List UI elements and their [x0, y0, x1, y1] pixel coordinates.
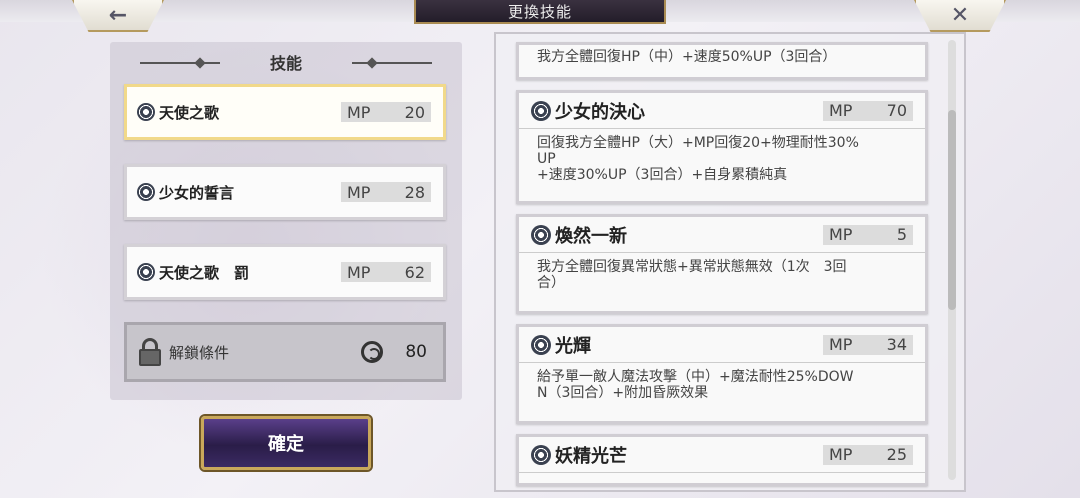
- mp-value: 62: [404, 262, 425, 282]
- unlock-condition-label: 解鎖條件: [169, 343, 230, 362]
- skill-slot-3[interactable]: 天使之歌 罰 MP 62: [124, 244, 446, 300]
- mp-badge: MP 70: [823, 100, 913, 121]
- skill-description: 我方全體回復HP（中）+速度50%UP（3回合）: [537, 49, 837, 65]
- unlock-condition-value: 80: [405, 342, 427, 362]
- equipped-skills-panel: 技能 天使之歌 MP 20 少女的誓言 MP 28 天使之歌 罰 MP 62 解…: [110, 42, 462, 400]
- mp-badge: MP 28: [341, 182, 431, 202]
- skill-card-1[interactable]: 少女的決心 MP 70 回復我方全體HP（大）+MP回復20+物理耐性30% U…: [516, 90, 928, 204]
- header-ornament-right: [352, 62, 432, 64]
- desc-line: 回復我方全體HP（大）+MP回復20+物理耐性30%: [537, 135, 859, 151]
- mp-label: MP: [347, 262, 371, 282]
- skill-card-header: 妖精光芒 MP 25: [519, 437, 925, 473]
- mp-label: MP: [347, 182, 371, 202]
- skill-card-2[interactable]: 煥然一新 MP 5 我方全體回復異常狀態+異常狀態無效（1次 3回 合）: [516, 214, 928, 314]
- locked-skill-slot: 解鎖條件 80: [124, 322, 446, 382]
- skill-gear-icon: [137, 103, 155, 121]
- header-ornament-left: [140, 62, 220, 64]
- skill-name: 天使之歌: [159, 103, 220, 122]
- desc-line: UP: [537, 151, 556, 167]
- close-button[interactable]: ✕: [914, 0, 1006, 32]
- skill-name: 光輝: [555, 335, 591, 357]
- skill-card-header: 少女的決心 MP 70: [519, 93, 925, 129]
- skill-card-3[interactable]: 光輝 MP 34 給予單一敵人魔法攻擊（中）+魔法耐性25%DOW N（3回合）…: [516, 324, 928, 424]
- mp-value: 20: [404, 102, 425, 122]
- skill-name: 少女的決心: [555, 101, 645, 123]
- skill-gear-icon: [531, 100, 551, 121]
- confirm-button[interactable]: 確定: [201, 416, 371, 470]
- mp-label: MP: [829, 445, 853, 464]
- skill-gear-icon: [531, 444, 551, 465]
- panel-title: 技能: [269, 54, 302, 73]
- desc-line: 我方全體回復異常狀態+異常狀態無效（1次 3回: [537, 259, 847, 275]
- desc-line: +速度30%UP（3回合）+自身累積純真: [537, 167, 788, 183]
- mp-value: 25: [886, 445, 907, 464]
- skill-description: 給予單一敵人魔法攻擊（中）+魔法耐性25%DOW N（3回合）+附加昏厥效果: [519, 363, 925, 407]
- skill-gear-icon: [137, 263, 155, 281]
- skill-name: 少女的誓言: [159, 183, 235, 202]
- mp-label: MP: [829, 225, 853, 244]
- mp-label: MP: [829, 335, 853, 354]
- skill-card-header: 光輝 MP 34: [519, 327, 925, 363]
- scroll-thumb[interactable]: [948, 110, 956, 310]
- skill-gear-icon: [137, 183, 155, 201]
- mp-value: 70: [886, 101, 907, 120]
- mp-badge: MP 5: [823, 224, 913, 245]
- mp-badge: MP 62: [341, 262, 431, 282]
- skill-name: 妖精光芒: [555, 445, 627, 467]
- skill-description: 我方全體回復異常狀態+異常狀態無效（1次 3回 合）: [519, 253, 925, 297]
- back-arrow-icon: ←: [108, 2, 128, 28]
- skill-card-header: 煥然一新 MP 5: [519, 217, 925, 253]
- skill-description: 回復我方全體HP（大）+MP回復20+物理耐性30% UP +速度30%UP（3…: [519, 129, 925, 189]
- spiral-icon: [361, 341, 383, 363]
- skill-card-4[interactable]: 妖精光芒 MP 25: [516, 434, 928, 486]
- panel-header: 技能: [110, 50, 462, 74]
- desc-line: 給予單一敵人魔法攻擊（中）+魔法耐性25%DOW: [537, 369, 854, 385]
- skill-gear-icon: [531, 224, 551, 245]
- scrollbar[interactable]: [948, 40, 956, 480]
- skill-slot-2[interactable]: 少女的誓言 MP 28: [124, 164, 446, 220]
- desc-line: 合）: [537, 275, 565, 291]
- mp-label: MP: [829, 101, 853, 120]
- mp-badge: MP 34: [823, 334, 913, 355]
- skill-slot-1[interactable]: 天使之歌 MP 20: [124, 84, 446, 140]
- desc-line: N（3回合）+附加昏厥效果: [537, 385, 709, 401]
- mp-badge: MP 25: [823, 444, 913, 465]
- mp-value: 5: [896, 225, 907, 244]
- back-button[interactable]: ←: [72, 0, 164, 32]
- close-icon: ✕: [950, 2, 970, 28]
- lock-icon: [139, 338, 161, 366]
- skill-card-partial[interactable]: 我方全體回復HP（中）+速度50%UP（3回合）: [516, 42, 928, 80]
- mp-value: 34: [886, 335, 907, 354]
- mp-badge: MP 20: [341, 102, 431, 122]
- page-title: 更換技能: [414, 0, 666, 24]
- skill-gear-icon: [531, 334, 551, 355]
- skill-name: 煥然一新: [555, 225, 627, 247]
- skill-name: 天使之歌 罰: [159, 263, 250, 282]
- mp-value: 28: [404, 182, 425, 202]
- mp-label: MP: [347, 102, 371, 122]
